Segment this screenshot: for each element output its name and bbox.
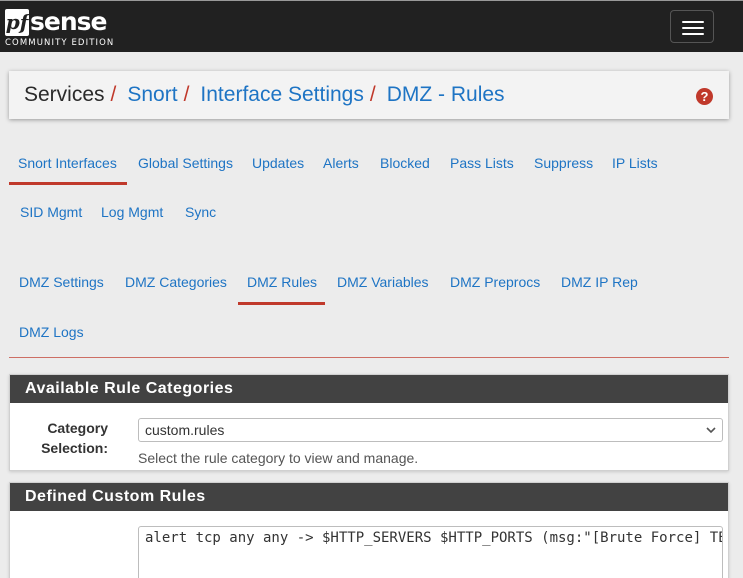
hamburger-icon-bar [682, 33, 704, 35]
tab-pass-lists[interactable]: Pass Lists [450, 155, 514, 171]
hamburger-icon [682, 21, 704, 23]
logo-subtitle: COMMUNITY EDITION [5, 38, 115, 48]
tab-updates[interactable]: Updates [252, 155, 304, 171]
menu-toggle-button[interactable] [670, 10, 714, 43]
category-select[interactable]: custom.rules [138, 418, 723, 442]
hamburger-icon-bar [682, 27, 704, 29]
tab-dmz-rules-active-indicator [238, 302, 325, 305]
rule-categories-panel: Available Rule Categories Category Selec… [9, 374, 729, 471]
tab-dmz-categories[interactable]: DMZ Categories [125, 274, 227, 290]
custom-rules-title: Defined Custom Rules [10, 483, 728, 511]
tab-sync[interactable]: Sync [185, 204, 216, 220]
tab-dmz-variables[interactable]: DMZ Variables [337, 274, 429, 290]
tab-global-settings[interactable]: Global Settings [138, 155, 233, 171]
tab-dmz-ip-rep[interactable]: DMZ IP Rep [561, 274, 638, 290]
tab-log-mgmt[interactable]: Log Mgmt [101, 204, 163, 220]
tab-dmz-preprocs[interactable]: DMZ Preprocs [450, 274, 540, 290]
tab-alerts[interactable]: Alerts [323, 155, 359, 171]
category-help-text: Select the rule category to view and man… [138, 450, 419, 466]
tab-sid-mgmt[interactable]: SID Mgmt [20, 204, 82, 220]
breadcrumb-interface-settings-link[interactable]: Interface Settings [200, 83, 363, 107]
tab-dmz-settings[interactable]: DMZ Settings [19, 274, 104, 290]
tab-snort-interfaces[interactable]: Snort Interfaces [18, 155, 117, 171]
category-select-value: custom.rules [145, 422, 225, 438]
custom-rules-panel: Defined Custom Rules alert tcp any any -… [9, 482, 729, 578]
tab-suppress[interactable]: Suppress [534, 155, 593, 171]
category-selection-label-line2: Selection: [41, 440, 108, 456]
tab-dmz-logs[interactable]: DMZ Logs [19, 324, 84, 340]
tab-dmz-rules[interactable]: DMZ Rules [247, 274, 317, 290]
rule-categories-title: Available Rule Categories [10, 375, 728, 403]
custom-rules-body: alert tcp any any -> $HTTP_SERVERS $HTTP… [10, 511, 728, 578]
tab-snort-interfaces-active-indicator [9, 182, 127, 185]
breadcrumb-snort-link[interactable]: Snort [127, 83, 177, 107]
breadcrumb-separator: / [183, 83, 190, 106]
top-navbar: pf sense COMMUNITY EDITION [0, 0, 743, 52]
logo-pf-box: pf [5, 8, 29, 36]
custom-rules-textarea[interactable]: alert tcp any any -> $HTTP_SERVERS $HTTP… [138, 526, 723, 578]
pfsense-logo[interactable]: pf sense COMMUNITY EDITION [5, 7, 115, 49]
breadcrumb-separator: / [369, 83, 376, 106]
question-circle-icon[interactable]: ? [696, 88, 713, 105]
breadcrumb-dmz-rules-link[interactable]: DMZ - Rules [387, 83, 505, 107]
breadcrumb-panel: Services / Snort / Interface Settings / … [9, 71, 729, 119]
chevron-down-icon [706, 427, 716, 434]
tab-ip-lists[interactable]: IP Lists [612, 155, 658, 171]
tabs-divider [9, 357, 729, 358]
logo-wordmark: pf sense [5, 7, 107, 37]
category-selection-label-line1: Category [47, 420, 108, 436]
logo-sense-text: sense [30, 7, 107, 36]
tab-blocked[interactable]: Blocked [380, 155, 430, 171]
breadcrumb: Services / Snort / Interface Settings / … [24, 71, 505, 119]
breadcrumb-services: Services [24, 83, 105, 106]
breadcrumb-separator: / [110, 83, 117, 106]
